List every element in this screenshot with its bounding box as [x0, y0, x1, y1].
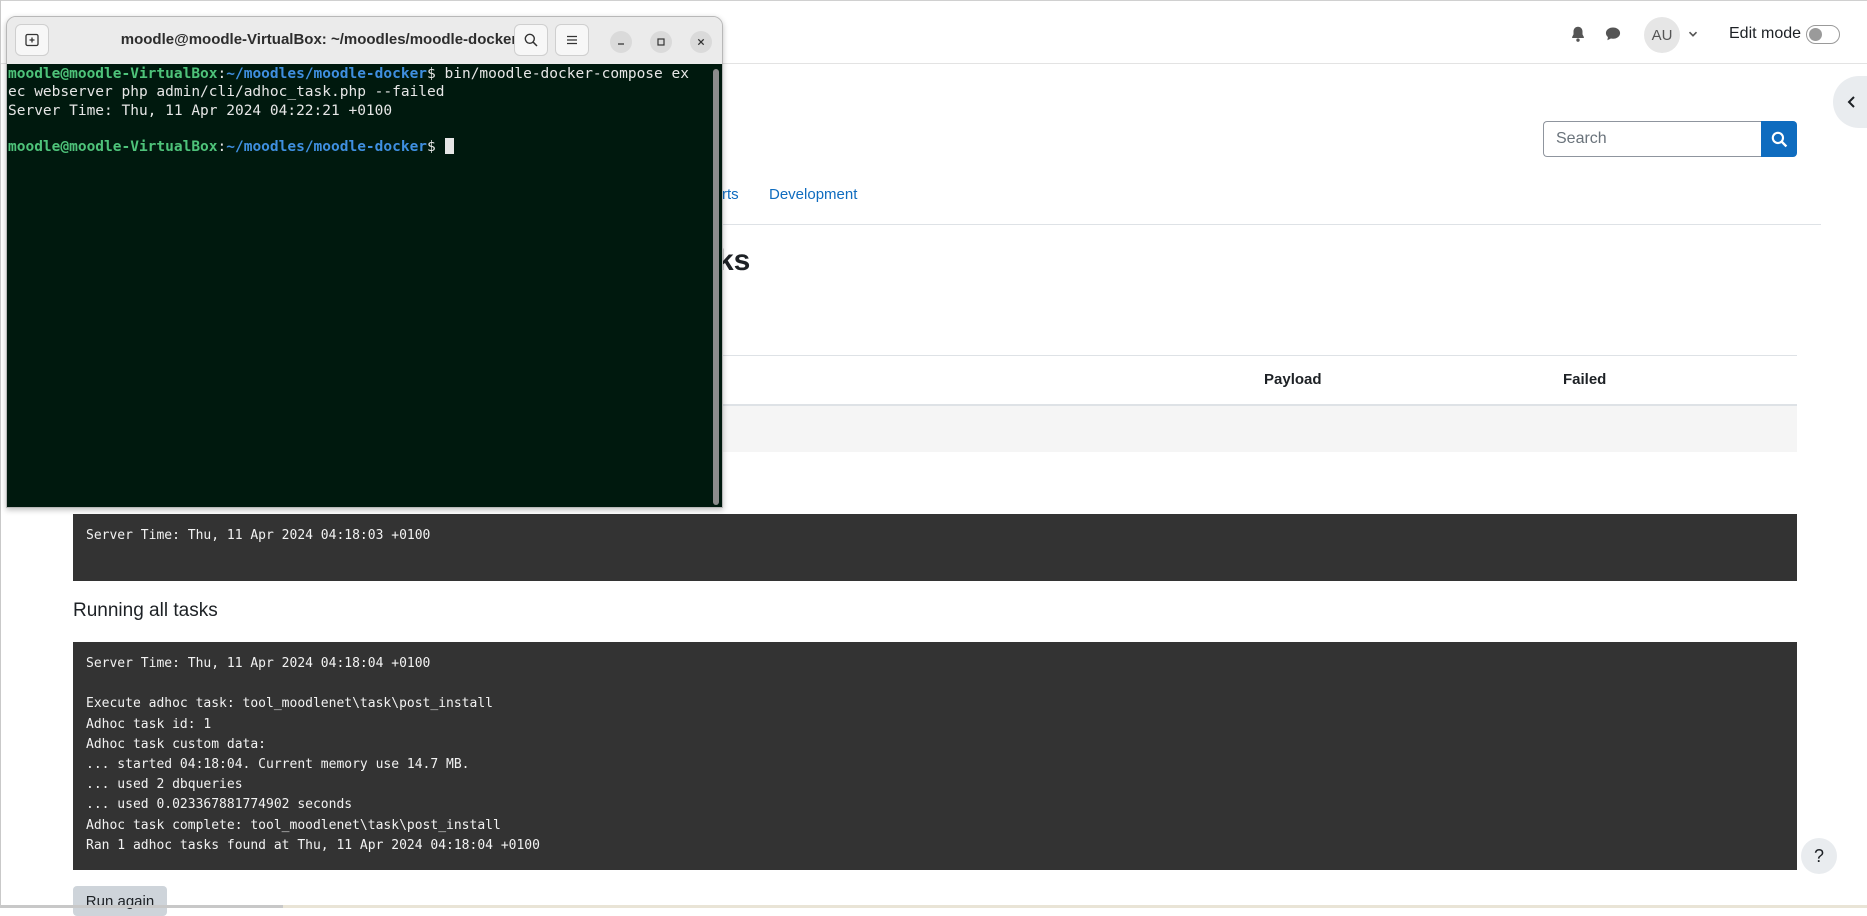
- table-top-border: [701, 355, 1797, 356]
- minimize-button[interactable]: [610, 31, 632, 53]
- avatar-initials: AU: [1651, 26, 1673, 44]
- search-placeholder: Search: [1556, 130, 1607, 147]
- column-header-failed: Failed: [1563, 371, 1607, 388]
- help-button[interactable]: ?: [1801, 838, 1837, 874]
- search-icon: [1771, 131, 1787, 147]
- search-button[interactable]: [1761, 121, 1797, 157]
- edit-mode-toggle[interactable]: [1806, 25, 1840, 44]
- column-header-payload: Payload: [1264, 371, 1322, 388]
- terminal-search-button[interactable]: [514, 24, 548, 56]
- chat-icon[interactable]: [1604, 25, 1622, 43]
- maximize-icon: [657, 38, 665, 46]
- minimize-icon: [618, 43, 624, 45]
- terminal-menu-button[interactable]: [555, 24, 589, 56]
- prompt-user: moodle@moodle-VirtualBox: [8, 139, 218, 156]
- drawer-toggle-button[interactable]: [1833, 76, 1867, 128]
- tab-reports[interactable]: rts: [722, 186, 739, 203]
- command-line-2: ec webserver php admin/cli/adhoc_task.ph…: [8, 84, 445, 101]
- prompt-path: ~/moodles/moodle-docker: [226, 66, 428, 82]
- terminal-window[interactable]: moodle@moodle-VirtualBox: ~/moodles/mood…: [6, 16, 723, 508]
- running-tasks-output: Server Time: Thu, 11 Apr 2024 04:18:04 +…: [73, 642, 1797, 870]
- tabs-divider: [701, 224, 1821, 225]
- close-icon: [697, 38, 705, 46]
- terminal-output: moodle@moodle-VirtualBox:~/moodles/moodl…: [8, 65, 689, 156]
- table-row: [701, 406, 1797, 452]
- task-output-block: Server Time: Thu, 11 Apr 2024 04:18:03 +…: [73, 514, 1797, 581]
- chevron-down-icon[interactable]: [1687, 28, 1699, 40]
- hamburger-icon: [567, 35, 577, 45]
- run-again-button[interactable]: Run again: [73, 886, 167, 916]
- search-input[interactable]: Search: [1543, 121, 1761, 157]
- terminal-scrollbar[interactable]: [713, 69, 719, 505]
- close-button[interactable]: [690, 31, 712, 53]
- prompt-user: moodle@moodle-VirtualBox: [8, 66, 218, 82]
- terminal-titlebar[interactable]: moodle@moodle-VirtualBox: ~/moodles/mood…: [7, 17, 722, 64]
- prompt-dollar: $: [427, 139, 445, 156]
- section-heading: Running all tasks: [73, 600, 218, 621]
- prompt-separator: :: [217, 66, 227, 82]
- terminal-body[interactable]: moodle@moodle-VirtualBox:~/moodles/moodl…: [7, 64, 722, 507]
- bell-icon[interactable]: [1569, 25, 1587, 43]
- avatar[interactable]: AU: [1644, 17, 1680, 53]
- prompt-separator: :: [217, 139, 227, 156]
- prompt-path: ~/moodles/moodle-docker: [226, 139, 428, 156]
- toggle-knob: [1809, 28, 1822, 41]
- text-cursor: [444, 138, 454, 155]
- search-icon: [524, 33, 538, 47]
- server-time-output: Server Time: Thu, 11 Apr 2024 04:22:21 +…: [8, 102, 393, 119]
- command-line-1: bin/moodle-docker-compose ex: [444, 66, 689, 82]
- chevron-left-icon: [1847, 96, 1855, 108]
- maximize-button[interactable]: [650, 31, 672, 53]
- edit-mode-label: Edit mode: [1729, 25, 1802, 42]
- tab-development[interactable]: Development: [769, 186, 857, 203]
- prompt-dollar: $: [427, 66, 445, 82]
